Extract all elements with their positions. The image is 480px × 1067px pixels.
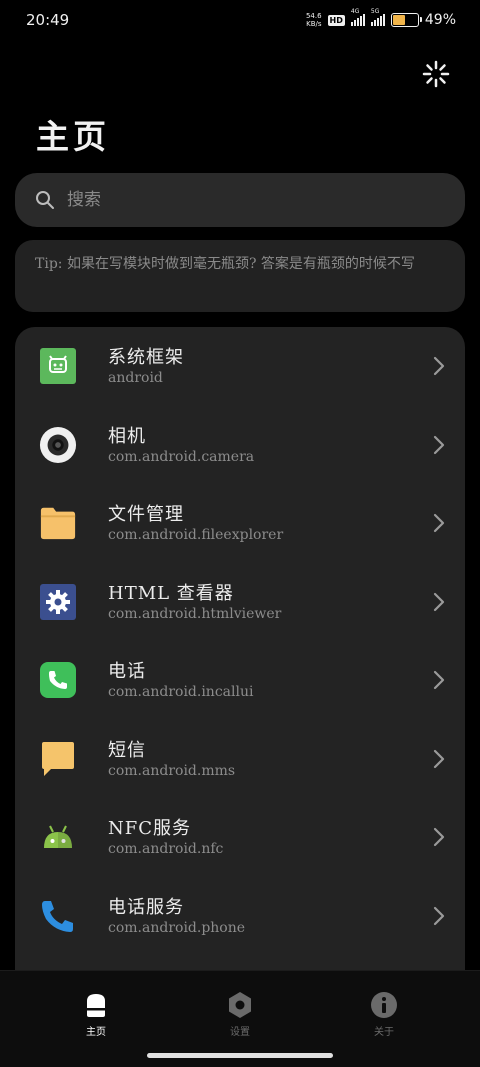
chevron-right-icon bbox=[433, 356, 445, 376]
list-item[interactable]: 电话 com.android.incallui bbox=[15, 641, 465, 720]
phone-handset-icon bbox=[39, 897, 77, 935]
signal-5g-icon: 5G bbox=[370, 8, 385, 26]
app-name: 电话服务 bbox=[108, 896, 184, 918]
nav-home-label: 主页 bbox=[86, 1027, 106, 1038]
search-bar[interactable] bbox=[15, 173, 465, 227]
app-name: 系统框架 bbox=[108, 347, 184, 368]
app-package: com.android.phone bbox=[108, 919, 246, 936]
nav-settings-label: 设置 bbox=[230, 1027, 250, 1038]
camera-icon bbox=[39, 426, 77, 464]
app-package: com.android.mms bbox=[108, 762, 236, 779]
nav-about[interactable]: 关于 bbox=[344, 991, 424, 1038]
list-item[interactable]: 文件管理 com.android.fileexplorer bbox=[15, 484, 465, 563]
app-name: 相机 bbox=[108, 425, 146, 447]
tip-text: Tip: 如果在写模块时做到毫无瓶颈? 答案是有瓶颈的时候不写 bbox=[35, 256, 415, 272]
list-item[interactable]: 电话服务 com.android.phone bbox=[15, 877, 465, 956]
nav-settings[interactable]: 设置 bbox=[200, 991, 280, 1038]
app-name: 短信 bbox=[108, 739, 146, 761]
status-bar: 20:49 54.6 KB/s HD 4G 5G 49% bbox=[0, 0, 480, 40]
gear-icon bbox=[39, 583, 77, 621]
page-title: 主页 bbox=[36, 117, 110, 156]
network-speed: 54.6 KB/s bbox=[306, 12, 322, 28]
chevron-right-icon bbox=[433, 827, 445, 847]
message-icon bbox=[39, 740, 77, 778]
app-package: android bbox=[108, 370, 163, 386]
list-item[interactable]: HTML 查看器 com.android.htmlviewer bbox=[15, 563, 465, 642]
app-package: com.android.fileexplorer bbox=[108, 527, 284, 543]
chevron-right-icon bbox=[433, 513, 445, 533]
settings-icon bbox=[229, 992, 251, 1018]
signal-4g-icon: 4G bbox=[350, 8, 365, 26]
list-item[interactable]: 短信 com.android.mms bbox=[15, 720, 465, 799]
app-name: HTML 查看器 bbox=[108, 582, 234, 604]
network-speed-value: 54.6 bbox=[305, 12, 322, 20]
android-robot-icon bbox=[39, 818, 77, 856]
battery-percent: 49% bbox=[424, 12, 456, 28]
chevron-right-icon bbox=[433, 749, 445, 768]
app-package: com.android.htmlviewer bbox=[108, 605, 282, 622]
app-name: 文件管理 bbox=[108, 504, 184, 525]
status-icons: 54.6 KB/s HD 4G 5G 49% bbox=[306, 8, 456, 28]
nav-about-label: 关于 bbox=[374, 1027, 394, 1038]
folder-icon bbox=[39, 504, 77, 542]
app-package: com.android.nfc bbox=[108, 841, 224, 857]
chevron-right-icon bbox=[433, 670, 445, 690]
network-speed-unit: KB/s bbox=[306, 20, 322, 28]
chevron-right-icon bbox=[433, 592, 445, 611]
list-item[interactable]: 相机 com.android.camera bbox=[15, 406, 465, 485]
clock: 20:49 bbox=[26, 11, 70, 29]
search-input[interactable] bbox=[67, 190, 427, 210]
signal-5g-label: 5G bbox=[370, 8, 380, 15]
signal-4g-label: 4G bbox=[350, 8, 360, 15]
tip-card: Tip: 如果在写模块时做到毫无瓶颈? 答案是有瓶颈的时候不写 bbox=[15, 240, 465, 312]
battery-icon bbox=[390, 13, 422, 27]
search-icon bbox=[36, 191, 54, 209]
list-item[interactable]: 系统框架 android bbox=[15, 327, 465, 406]
nav-home[interactable]: 主页 bbox=[56, 991, 136, 1038]
phone-icon bbox=[39, 661, 77, 699]
app-package: com.android.camera bbox=[108, 448, 255, 465]
home-indicator[interactable] bbox=[147, 1053, 333, 1058]
chevron-right-icon bbox=[433, 435, 445, 454]
app-name: 电话 bbox=[108, 661, 146, 682]
android-framework-icon bbox=[39, 347, 77, 385]
app-list: 系统框架 android 相机 com.android.camera 文件管理 … bbox=[15, 327, 465, 987]
home-icon bbox=[87, 994, 105, 1017]
hd-voice-icon: HD bbox=[327, 14, 345, 26]
info-icon bbox=[371, 992, 397, 1018]
list-item[interactable]: NFC服务 com.android.nfc bbox=[15, 798, 465, 877]
loading-spinner-icon[interactable] bbox=[422, 60, 450, 88]
chevron-right-icon bbox=[433, 906, 445, 925]
app-name: NFC服务 bbox=[108, 818, 192, 839]
battery-fill bbox=[392, 15, 405, 25]
app-package: com.android.incallui bbox=[108, 684, 254, 700]
